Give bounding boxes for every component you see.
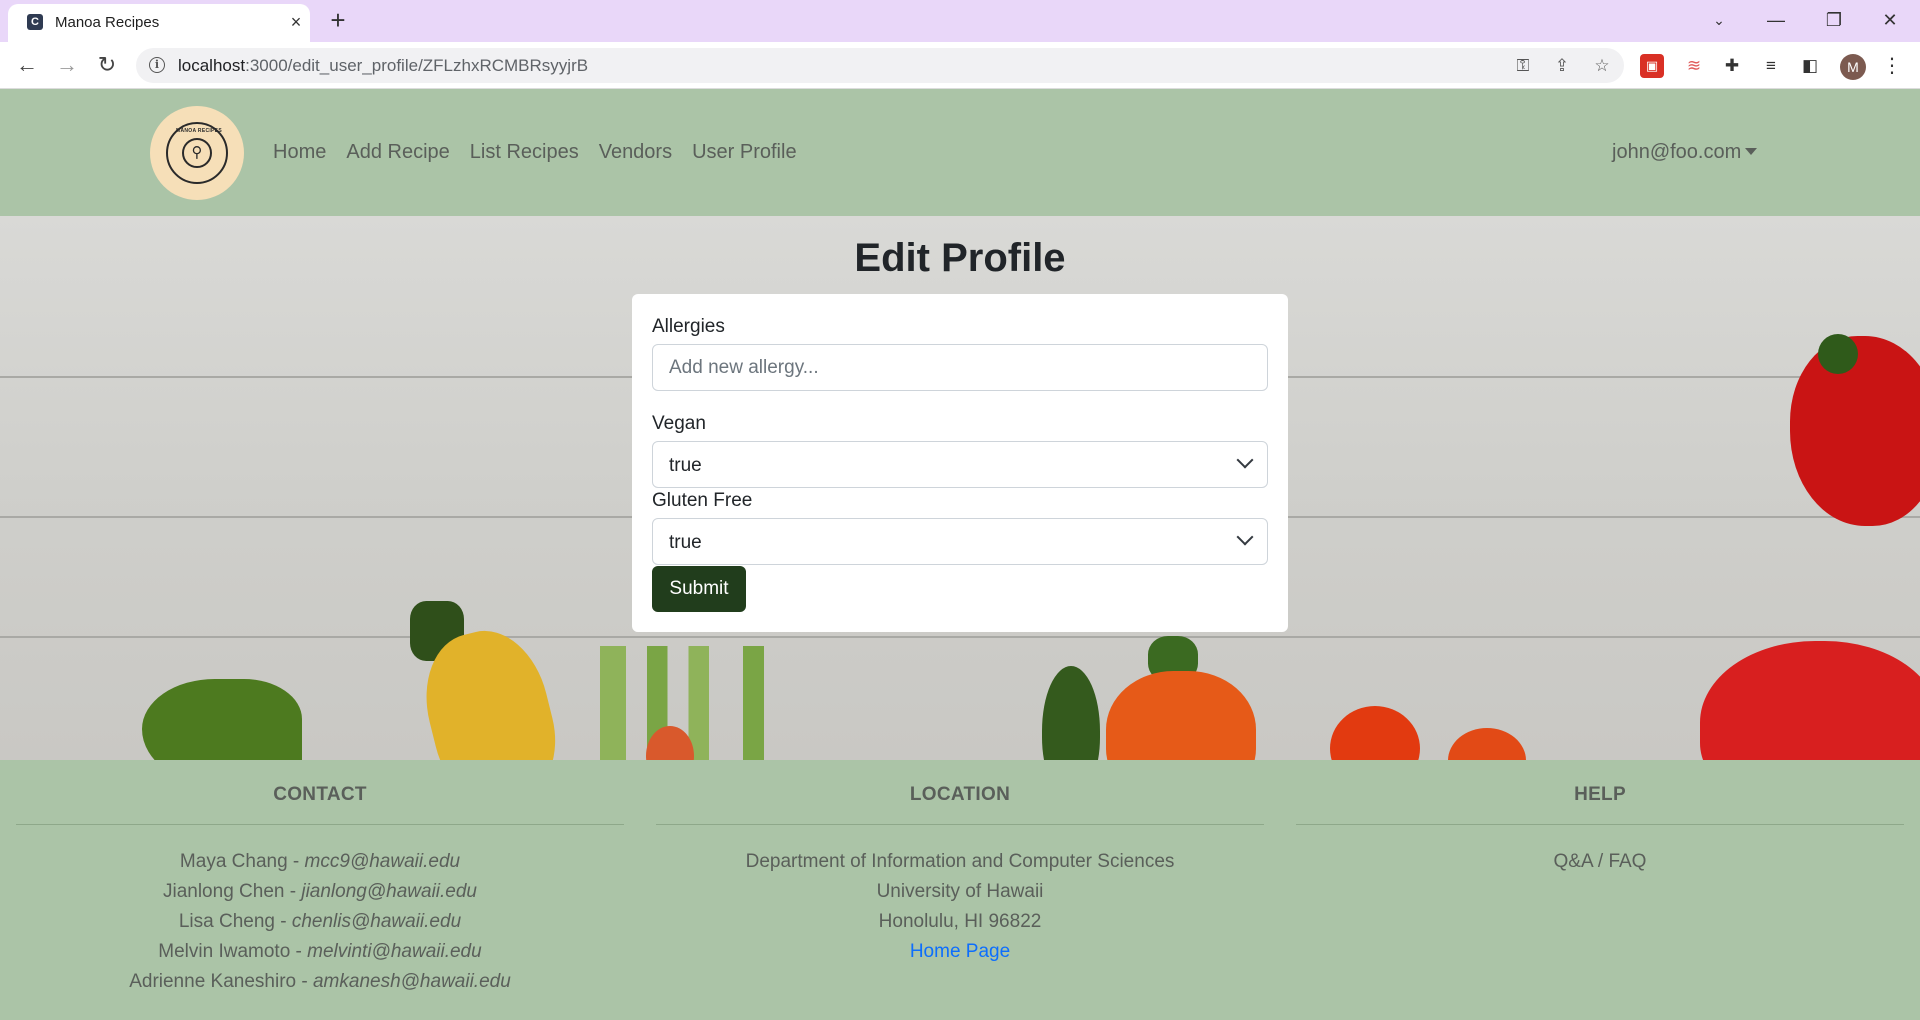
contact-email: chenlis@hawaii.edu (291, 911, 462, 932)
wood-plank-line (0, 636, 1920, 638)
media-control-icon[interactable]: ≡ (1759, 54, 1783, 78)
contact-name: Lisa Cheng - (178, 911, 292, 932)
hero-background: Edit Profile Allergies Vegan true Gluten… (0, 216, 1920, 760)
close-window-icon[interactable]: ✕ (1870, 4, 1910, 36)
tomato-image (1700, 641, 1920, 760)
tab-title: Manoa Recipes (55, 14, 160, 31)
side-panel-icon[interactable]: ◧ (1798, 54, 1822, 78)
browser-toolbar: ← → ↻ i localhost:3000/edit_user_profile… (0, 42, 1920, 89)
chili-image (1042, 666, 1100, 760)
reload-icon[interactable]: ↻ (93, 51, 121, 79)
contact-name: Maya Chang - (179, 851, 305, 872)
allergies-label: Allergies (652, 316, 725, 337)
contact-line: Jianlong Chen - jianlong@hawaii.edu (16, 877, 624, 907)
nav-link-list-recipes[interactable]: List Recipes (470, 141, 579, 164)
footer-help: HELP Q&A / FAQ (1296, 760, 1904, 877)
vegan-label: Vegan (652, 413, 706, 434)
contact-email: mcc9@hawaii.edu (304, 851, 461, 872)
footer-location: LOCATION Department of Information and C… (656, 760, 1264, 967)
edit-profile-form: Allergies Vegan true Gluten Free true Su… (632, 294, 1288, 632)
footer-contact-heading: CONTACT (273, 784, 367, 805)
user-email: john@foo.com (1612, 141, 1742, 163)
caret-down-icon (1745, 148, 1758, 155)
faq-link[interactable]: Q&A / FAQ (1296, 847, 1904, 877)
allergies-input[interactable] (652, 344, 1268, 391)
contact-name: Melvin Iwamoto - (158, 941, 308, 962)
nav-link-user-profile[interactable]: User Profile (692, 141, 796, 164)
location-line: University of Hawaii (876, 881, 1044, 902)
close-tab-icon[interactable]: × (286, 12, 306, 32)
site-favicon-icon: C (27, 14, 43, 30)
share-icon[interactable]: ⇪ (1551, 55, 1573, 77)
footer: CONTACT Maya Chang - mcc9@hawaii.edu Jia… (0, 760, 1920, 1020)
tomato-image (1448, 728, 1526, 760)
extension-red-icon[interactable]: ▣ (1640, 54, 1664, 78)
footer-location-heading: LOCATION (909, 784, 1011, 805)
logo-ring: MANOA RECIPES ⚲ (166, 122, 228, 184)
profile-avatar[interactable]: M (1840, 54, 1866, 80)
nav-link-vendors[interactable]: Vendors (599, 141, 672, 164)
contact-line: Melvin Iwamoto - melvinti@hawaii.edu (16, 937, 624, 967)
home-page-link[interactable]: Home Page (656, 937, 1264, 967)
browser-tab-strip: C Manoa Recipes × + ⌄ — ❐ ✕ (0, 0, 1920, 42)
browser-tab[interactable]: C Manoa Recipes × (8, 4, 310, 42)
footer-help-heading: HELP (1574, 784, 1626, 805)
vegan-select-value: true (669, 455, 702, 476)
contact-email: jianlong@hawaii.edu (301, 881, 477, 902)
extension-stripe-icon[interactable]: ≋ (1682, 54, 1706, 78)
chevron-down-icon (1236, 528, 1254, 546)
site-logo[interactable]: MANOA RECIPES ⚲ (150, 106, 244, 200)
divider (656, 824, 1264, 825)
orange-pepper-image (1106, 671, 1256, 760)
footer-contact: CONTACT Maya Chang - mcc9@hawaii.edu Jia… (16, 760, 624, 997)
address-bar[interactable]: i localhost:3000/edit_user_profile/ZFLzh… (136, 48, 1624, 83)
contact-line: Maya Chang - mcc9@hawaii.edu (16, 847, 624, 877)
user-dropdown[interactable]: john@foo.com (1612, 141, 1758, 164)
page: MANOA RECIPES ⚲ Home Add Recipe List Rec… (0, 89, 1920, 1020)
tab-search-icon[interactable]: ⌄ (1699, 4, 1739, 36)
site-navbar: MANOA RECIPES ⚲ Home Add Recipe List Rec… (0, 89, 1920, 216)
chevron-down-icon (1236, 451, 1254, 469)
password-key-icon[interactable]: ⚿ (1512, 55, 1534, 77)
minimize-icon[interactable]: — (1756, 4, 1796, 36)
url-text: localhost:3000/edit_user_profile/ZFLzhxR… (178, 56, 588, 76)
contact-name: Jianlong Chen - (162, 881, 302, 902)
submit-button[interactable]: Submit (652, 566, 746, 612)
contact-name: Adrienne Kaneshiro - (129, 971, 313, 992)
contact-email: melvinti@hawaii.edu (307, 941, 482, 962)
cucumber-image (142, 679, 302, 760)
bookmark-star-icon[interactable]: ☆ (1591, 55, 1613, 77)
divider (16, 824, 624, 825)
gluten-free-label: Gluten Free (652, 490, 753, 511)
nav-links: Home Add Recipe List Recipes Vendors Use… (273, 141, 817, 164)
utensils-icon: ⚲ (182, 138, 212, 168)
gluten-free-select-value: true (669, 532, 702, 553)
new-tab-icon[interactable]: + (324, 7, 352, 35)
back-icon[interactable]: ← (13, 51, 41, 79)
nav-link-home[interactable]: Home (273, 141, 326, 164)
url-path: :3000/edit_user_profile/ZFLzhxRCMBRsyyjr… (245, 56, 589, 75)
tomato-image (1330, 706, 1420, 760)
location-line: Honolulu, HI 96822 (878, 911, 1042, 932)
vegan-select[interactable]: true (652, 441, 1268, 488)
restore-icon[interactable]: ❐ (1814, 4, 1854, 36)
page-title: Edit Profile (854, 236, 1066, 280)
gluten-free-select[interactable]: true (652, 518, 1268, 565)
site-info-icon[interactable]: i (149, 57, 165, 73)
contact-email: amkanesh@hawaii.edu (312, 971, 511, 992)
contact-line: Lisa Cheng - chenlis@hawaii.edu (16, 907, 624, 937)
extensions-puzzle-icon[interactable]: ✚ (1720, 54, 1744, 78)
location-line: Department of Information and Computer S… (745, 851, 1175, 872)
red-pepper-stem-image (1818, 334, 1858, 374)
contact-line: Adrienne Kaneshiro - amkanesh@hawaii.edu (16, 967, 624, 997)
nav-link-add-recipe[interactable]: Add Recipe (346, 141, 449, 164)
divider (1296, 824, 1904, 825)
url-host: localhost (178, 56, 246, 75)
forward-icon[interactable]: → (53, 51, 81, 79)
logo-text: MANOA RECIPES (176, 128, 222, 134)
browser-menu-icon[interactable]: ⋮ (1882, 54, 1902, 78)
green-onion-image (600, 646, 860, 760)
